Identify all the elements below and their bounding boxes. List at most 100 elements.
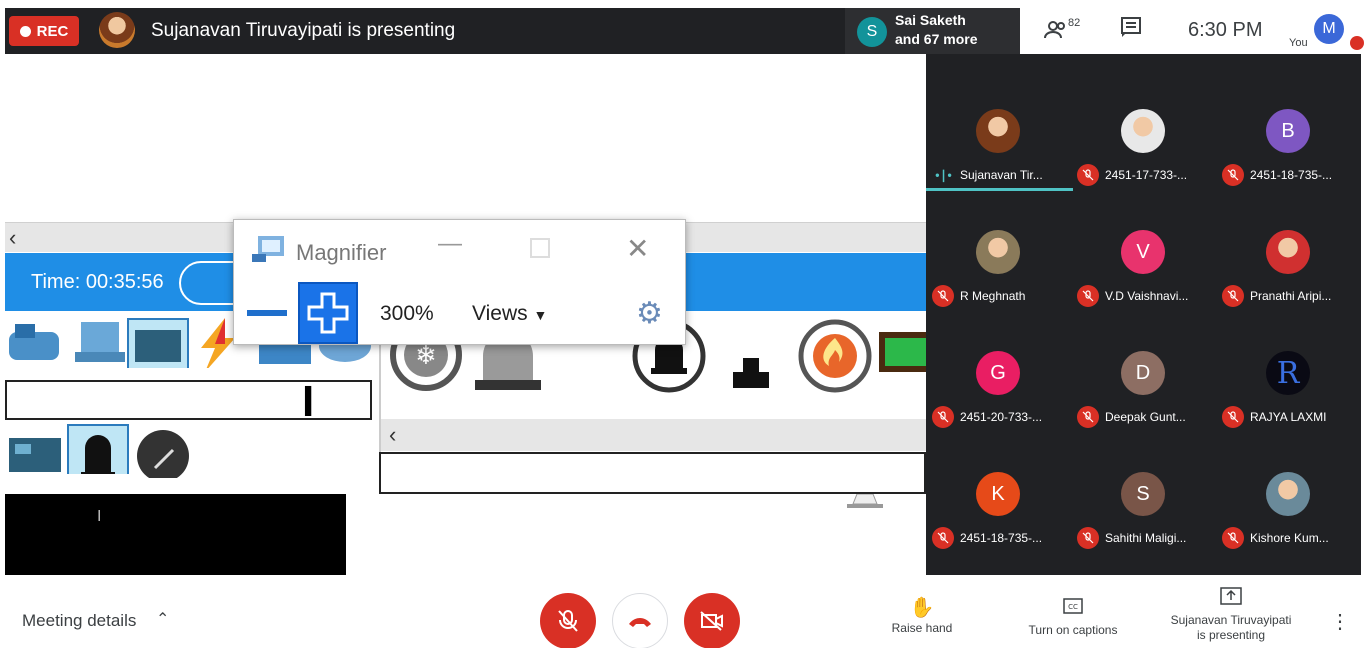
end-devices-icon[interactable] <box>71 318 129 368</box>
participant-avatar: D <box>1121 351 1165 395</box>
mic-muted-icon <box>1077 527 1099 549</box>
other-participants-chip[interactable]: S Sai Saketh and 67 more <box>845 8 1021 54</box>
people-count: 82 <box>1068 17 1081 29</box>
router-icon[interactable] <box>5 318 65 368</box>
participant-tile[interactable]: K 2451-18-735-... <box>926 417 1071 549</box>
recording-label: REC <box>36 22 69 40</box>
self-avatar[interactable]: M <box>1314 14 1344 44</box>
participant-name-row: Sahithi Maligi... <box>1077 527 1186 549</box>
camera-button[interactable] <box>684 593 740 648</box>
plus-icon <box>307 292 349 334</box>
presenting-label-line1: Sujanavan Tiruvayipati <box>1170 613 1292 627</box>
participant-tile[interactable]: Pranathi Aripi... <box>1216 175 1361 307</box>
bottom-bar: Meeting details ⌃ ✋ Raise hand CC Turn o… <box>0 575 1368 648</box>
sensors-category-icon[interactable] <box>135 428 193 478</box>
component-search-input[interactable] <box>379 452 926 494</box>
meet-window: REC Sujanavan Tiruvayipati is presenting… <box>0 0 1368 648</box>
participant-tile[interactable]: R RAJYA LAXMI <box>1216 296 1361 428</box>
text-cursor-icon: I <box>302 377 315 426</box>
chevron-up-icon[interactable]: ⌃ <box>156 609 169 629</box>
people-icon[interactable] <box>1044 20 1068 46</box>
top-right-controls: 82 6:30 PM You M <box>1020 8 1364 54</box>
views-dropdown[interactable]: Views ▼ <box>472 302 547 326</box>
recording-badge: REC <box>9 16 79 46</box>
participant-avatar: V <box>1121 230 1165 274</box>
monitor-stand-icon <box>847 494 883 508</box>
participant-tile[interactable]: B 2451-18-735-... <box>1216 54 1361 186</box>
maximize-icon[interactable] <box>530 238 550 258</box>
participant-avatar <box>1121 109 1165 153</box>
caret-down-icon: ▼ <box>533 307 548 323</box>
participant-name-row: 2451-18-735-... <box>932 527 1042 549</box>
leave-call-button[interactable] <box>612 593 668 648</box>
shared-screen: ‹ Time: 00:35:56 I I ❄ ‹ Magnifier — ✕ 3… <box>5 54 926 575</box>
participant-avatar <box>976 109 1020 153</box>
mic-off-icon <box>558 610 578 632</box>
info-panel: I <box>5 494 346 575</box>
participant-avatar: G <box>976 351 1020 395</box>
participant-tile[interactable]: S Sahithi Maligi... <box>1071 417 1216 549</box>
gear-icon[interactable]: ⚙ <box>636 296 663 331</box>
participant-name: 2451-18-735-... <box>960 531 1043 545</box>
mic-muted-icon <box>932 527 954 549</box>
participant-tile[interactable]: R Meghnath <box>926 175 1071 307</box>
participant-avatar <box>1266 472 1310 516</box>
svg-text:CC: CC <box>1068 603 1078 611</box>
views-label: Views <box>472 302 528 325</box>
close-icon[interactable]: ✕ <box>626 232 649 265</box>
fire-sprinkler-icon[interactable] <box>797 318 873 394</box>
microphone-button[interactable] <box>540 593 596 648</box>
actuators-category-icon[interactable] <box>67 424 129 474</box>
buzzer-icon[interactable] <box>731 356 771 390</box>
minimize-icon[interactable]: — <box>438 230 462 258</box>
participant-avatar <box>976 230 1020 274</box>
scroll-left-icon[interactable]: ‹ <box>9 225 16 251</box>
text-cursor-icon: I <box>97 508 102 525</box>
more-options-icon[interactable]: ⋮ <box>1330 609 1350 634</box>
hang-up-icon <box>629 618 651 627</box>
hand-icon: ✋ <box>909 597 935 619</box>
scroll-left-icon[interactable]: ‹ <box>389 422 396 448</box>
captions-label: Turn on captions <box>1028 623 1118 637</box>
presenter-avatar <box>99 12 135 48</box>
participant-name: Sahithi Maligi... <box>1105 531 1187 545</box>
participant-more: and 67 more <box>895 31 978 47</box>
meeting-details-button[interactable]: Meeting details <box>22 611 136 631</box>
participant-name-row: Kishore Kum... <box>1222 527 1329 549</box>
raise-hand-button[interactable]: ✋ Raise hand <box>880 595 964 635</box>
captions-button[interactable]: CC Turn on captions <box>1010 597 1136 637</box>
clock: 6:30 PM <box>1188 19 1263 41</box>
magnifier-titlebar[interactable]: Magnifier — ✕ <box>234 220 685 282</box>
chat-icon[interactable] <box>1120 16 1142 44</box>
raise-hand-label: Raise hand <box>891 621 953 635</box>
component-scrollbar[interactable]: ‹ <box>381 419 926 451</box>
present-now-button[interactable]: Sujanavan Tiruvayipati is presenting <box>1156 587 1306 643</box>
magnifier-window: Magnifier — ✕ 300% Views ▼ ⚙ <box>233 219 686 345</box>
participant-tile[interactable]: •❘• Sujanavan Tir... <box>926 54 1073 191</box>
device-subcategories <box>5 424 379 488</box>
participant-tile[interactable]: G 2451-20-733-... <box>926 296 1071 428</box>
device-search-input[interactable]: I <box>5 377 372 426</box>
participant-tile[interactable]: Kishore Kum... <box>1216 417 1361 549</box>
svg-text:❄: ❄ <box>415 341 437 371</box>
camera-off-icon <box>700 611 723 631</box>
magnifier-title: Magnifier <box>296 240 387 265</box>
you-label: You <box>1289 37 1308 49</box>
time-readout: Time: 00:35:56 <box>31 271 164 293</box>
board-icon[interactable] <box>7 430 65 480</box>
presenting-label-line2: is presenting <box>1196 628 1266 642</box>
components-category-icon[interactable] <box>127 318 189 368</box>
zoom-level: 300% <box>380 302 434 325</box>
participant-avatar: K <box>976 472 1020 516</box>
present-screen-icon <box>1156 587 1306 613</box>
participant-avatar: R <box>1266 351 1310 395</box>
zoom-in-button[interactable] <box>298 282 358 344</box>
zoom-out-button[interactable] <box>240 284 294 342</box>
participant-tile[interactable]: D Deepak Gunt... <box>1071 296 1216 428</box>
participant-tile[interactable]: 2451-17-733-... <box>1071 54 1216 186</box>
participant-name: Sai Saketh <box>895 12 966 28</box>
participant-name: Kishore Kum... <box>1250 531 1329 545</box>
participant-tile[interactable]: V V.D Vaishnavi... <box>1071 175 1216 307</box>
lcd-icon[interactable] <box>879 332 926 372</box>
presenting-title: Sujanavan Tiruvayipati is presenting <box>151 20 456 41</box>
